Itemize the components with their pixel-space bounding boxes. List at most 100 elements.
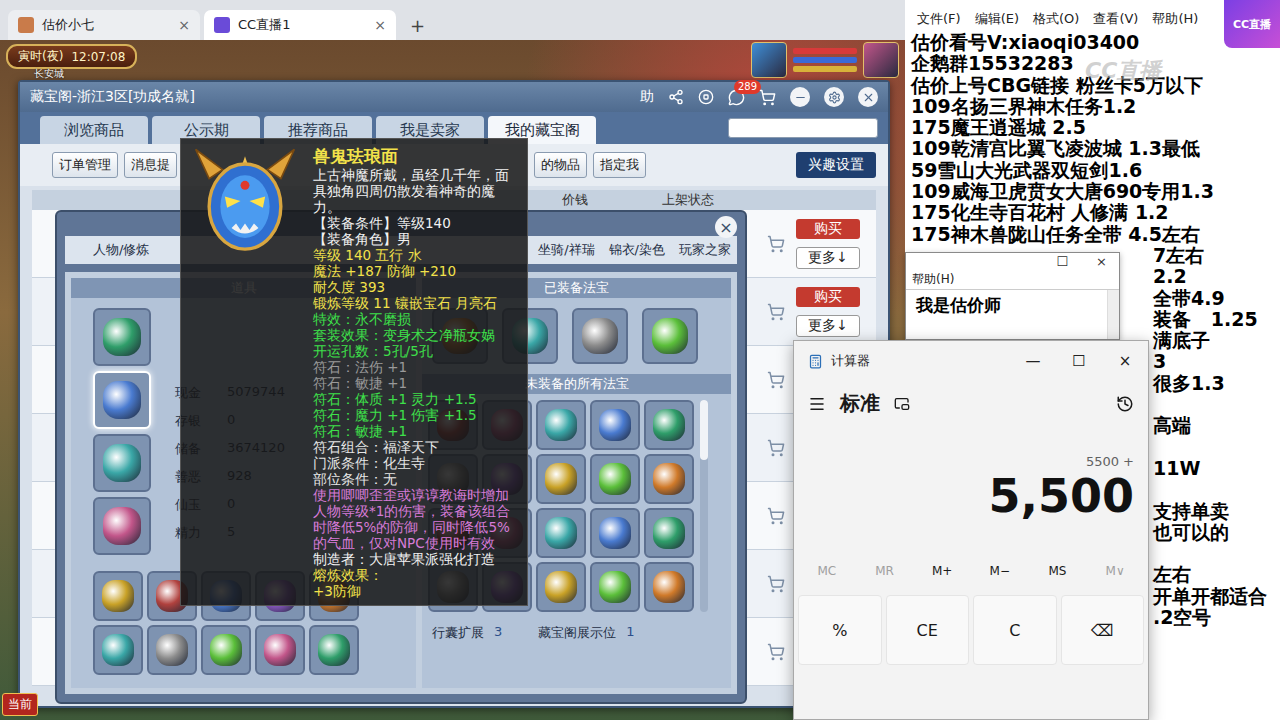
cart-button[interactable] — [756, 235, 796, 253]
item-slot[interactable] — [536, 508, 586, 558]
dialog-tab[interactable]: 玩家之家 — [673, 236, 737, 264]
item-slot[interactable] — [572, 308, 628, 364]
item-slot[interactable] — [93, 497, 151, 555]
window-control[interactable]: × — [1102, 352, 1148, 370]
menu-item[interactable]: 查看(V) — [1093, 10, 1138, 28]
item-slot[interactable] — [590, 562, 640, 612]
menu-item[interactable]: 文件(F) — [917, 10, 961, 28]
item-slot[interactable] — [644, 454, 694, 504]
item-slot[interactable] — [255, 625, 305, 675]
tab-close-button[interactable]: × — [374, 17, 386, 33]
scroll-thumb[interactable] — [700, 400, 708, 460]
search-input[interactable] — [728, 118, 878, 138]
item-attribute: 魔法 +187 防御 +210 — [313, 263, 521, 279]
browser-tab[interactable]: 估价小七× — [8, 10, 200, 40]
item-slot[interactable] — [644, 400, 694, 450]
more-button[interactable]: 更多↓ — [796, 315, 860, 337]
more-button[interactable]: 更多↓ — [796, 247, 860, 269]
item-slot[interactable] — [590, 454, 640, 504]
cart-button[interactable] — [756, 439, 796, 457]
pet-avatar-icon[interactable] — [751, 42, 787, 78]
tool-button[interactable]: 订单管理 — [52, 152, 118, 178]
window-control[interactable]: — — [1010, 352, 1056, 370]
display-value: 5,500 — [988, 469, 1134, 523]
item-slot[interactable] — [147, 625, 197, 675]
calculator-key[interactable]: ⌫ — [1061, 595, 1145, 665]
item-slot[interactable] — [93, 434, 151, 492]
player-avatar-icon[interactable] — [863, 42, 899, 78]
menu-item[interactable]: 格式(O) — [1033, 10, 1079, 28]
tool-button[interactable]: 消息提 — [124, 152, 177, 178]
item-slot[interactable] — [642, 308, 698, 364]
item-slot[interactable] — [536, 400, 586, 450]
calculator-window: 计算器—☐×标准5500 +5,500MCMRM+M−MSM∨%CEC⌫ — [793, 340, 1149, 720]
memory-key: MC — [798, 564, 856, 578]
new-tab-button[interactable]: + — [400, 10, 435, 40]
menu-item[interactable]: 编辑(E) — [975, 10, 1019, 28]
keep-on-top-icon[interactable] — [894, 396, 910, 412]
buy-button[interactable]: 购买 — [796, 219, 860, 239]
message-button[interactable]: 289 — [728, 89, 745, 106]
memory-key[interactable]: MS — [1029, 564, 1087, 578]
item-slot[interactable] — [93, 308, 151, 366]
tool-button[interactable]: 指定我 — [593, 152, 646, 178]
dialog-tab[interactable]: 锦衣/染色 — [603, 236, 671, 264]
scrollbar[interactable] — [1107, 290, 1119, 339]
item-slot[interactable] — [590, 508, 640, 558]
cart-button[interactable] — [756, 303, 796, 321]
calculator-key[interactable]: % — [798, 595, 882, 665]
menu-icon[interactable] — [808, 395, 826, 413]
cart-button[interactable] — [756, 643, 796, 661]
scrollbar[interactable] — [700, 400, 708, 612]
column-header[interactable]: 上架状态 — [656, 191, 766, 209]
clock-period: 寅时(夜) — [18, 48, 63, 65]
item-slot[interactable] — [536, 562, 586, 612]
tool-button[interactable]: 的物品 — [534, 152, 587, 178]
memory-key[interactable]: M− — [971, 564, 1029, 578]
window-control[interactable]: ☐ — [1056, 254, 1068, 269]
menu-item[interactable]: 帮助(H) — [1152, 10, 1198, 28]
party-hud — [751, 42, 899, 78]
item-slot[interactable] — [644, 508, 694, 558]
dialog-close-button[interactable]: × — [715, 216, 737, 238]
calculator-display: 5500 +5,500 — [794, 426, 1148, 551]
current-button[interactable]: 当前 — [2, 693, 38, 716]
calculator-key[interactable]: C — [973, 595, 1057, 665]
menu-item[interactable]: 帮助(H) — [906, 270, 1119, 289]
calculator-icon — [808, 354, 823, 369]
interest-settings-button[interactable]: 兴趣设置 — [796, 152, 876, 178]
buy-button[interactable]: 购买 — [796, 287, 860, 307]
window-controls: ☐× — [906, 253, 1119, 270]
item-slot[interactable] — [93, 371, 151, 429]
window-control[interactable]: ☐ — [1056, 352, 1102, 370]
help-button[interactable]: 助 — [640, 88, 654, 106]
settings-button[interactable] — [824, 87, 844, 107]
item-slot[interactable] — [590, 400, 640, 450]
item-slot[interactable] — [93, 625, 143, 675]
cart-button[interactable] — [756, 507, 796, 525]
item-slot[interactable] — [309, 625, 359, 675]
item-slot[interactable] — [201, 625, 251, 675]
close-button[interactable] — [858, 87, 878, 107]
history-button[interactable] — [1116, 395, 1134, 413]
cart-button[interactable] — [759, 89, 776, 106]
cart-button[interactable] — [756, 371, 796, 389]
calculator-key[interactable]: CE — [886, 595, 970, 665]
tab-close-button[interactable]: × — [178, 17, 190, 33]
window-control[interactable]: × — [1096, 254, 1107, 269]
share-button[interactable] — [668, 89, 684, 105]
item-slot[interactable] — [93, 571, 143, 621]
cart-button[interactable] — [756, 575, 796, 593]
item-slot[interactable] — [644, 562, 694, 612]
stop-button[interactable] — [698, 89, 714, 105]
text-area[interactable]: 我是估价师 — [906, 289, 1119, 339]
column-header[interactable]: 价钱 — [556, 191, 656, 209]
memory-key[interactable]: M+ — [913, 564, 971, 578]
browser-tab[interactable]: CC直播1× — [204, 10, 396, 40]
dialog-tab[interactable]: 坐骑/祥瑞 — [532, 236, 600, 264]
item-attribute: 符石：体质 +1 灵力 +1.5 — [313, 391, 521, 407]
item-slot[interactable] — [536, 454, 586, 504]
minimize-button[interactable] — [790, 87, 810, 107]
dialog-tab[interactable]: 人物/修炼 — [87, 236, 155, 264]
cbg-tab[interactable]: 浏览商品 — [40, 116, 148, 144]
